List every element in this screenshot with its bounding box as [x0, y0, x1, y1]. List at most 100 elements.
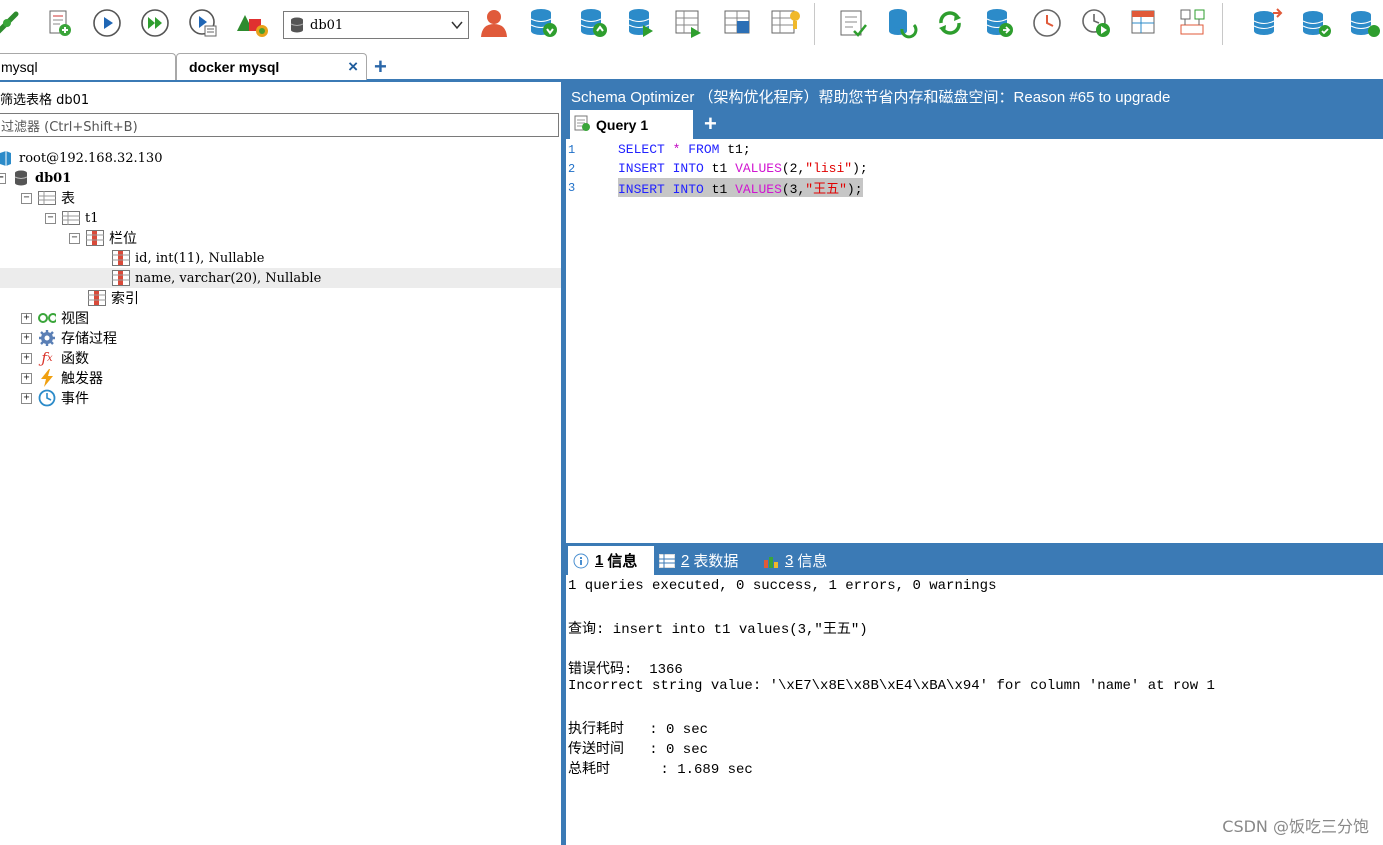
tree-table-label: t1 [85, 210, 99, 226]
table-icon [659, 553, 675, 568]
result-tab-table-data[interactable]: 2 表数据 [659, 546, 738, 575]
schema-sync-icon[interactable] [672, 6, 706, 40]
sql-text: (3, [781, 182, 806, 197]
run-job-icon[interactable] [1079, 6, 1113, 40]
expand-icon[interactable]: + [21, 352, 32, 364]
sql-text: ); [852, 161, 868, 176]
sql-string: "王五" [805, 182, 847, 197]
sql-text: (2, [781, 161, 806, 176]
data-compare-icon[interactable] [1300, 6, 1334, 40]
new-connection-tab-button[interactable]: + [374, 54, 387, 80]
backup-db-icon[interactable] [526, 6, 560, 40]
close-icon[interactable]: × [348, 57, 358, 77]
restore-db-icon[interactable] [576, 6, 610, 40]
new-query-icon[interactable] [42, 6, 76, 40]
result-tab-messages[interactable]: 1 信息 [568, 546, 654, 575]
tree-column-label: name, varchar(20), Nullable [135, 270, 322, 286]
tree-table-t1[interactable]: − t1 [45, 208, 99, 228]
result-tab-number: 2 [681, 552, 690, 569]
tree-column-label: id, int(11), Nullable [135, 250, 265, 266]
tree-triggers-label: 触发器 [61, 370, 103, 386]
rebuild-index-icon[interactable] [1176, 6, 1210, 40]
sql-string: "lisi" [805, 161, 853, 176]
tree-tables-folder[interactable]: − 表 [21, 188, 75, 208]
copy-db-icon[interactable] [1251, 6, 1285, 40]
tree-connection-label: root@192.168.32.130 [19, 150, 163, 166]
database-sync-icon[interactable] [982, 6, 1016, 40]
table-diagnostics-icon[interactable] [768, 6, 802, 40]
query-area: Schema Optimizer （架构优化程序）帮助您节省内存和磁盘空间：Re… [566, 82, 1383, 845]
code-line-selected: INSERT INTO t1 VALUES(3,"王五"); [618, 178, 863, 197]
tree-columns-folder[interactable]: − 栏位 [69, 228, 137, 248]
collapse-icon[interactable]: − [45, 212, 56, 224]
schema-designer-icon[interactable] [234, 6, 268, 40]
tree-events[interactable]: + 事件 [21, 388, 89, 408]
expand-icon[interactable]: + [21, 312, 32, 324]
expand-icon[interactable]: + [21, 392, 32, 404]
results-messages[interactable]: 1 queries executed, 0 success, 1 errors,… [566, 575, 1383, 845]
connect-icon[interactable] [0, 6, 24, 40]
tree-column-id[interactable]: id, int(11), Nullable [112, 248, 264, 268]
tree-indexes-folder[interactable]: 索引 [88, 288, 139, 308]
clock-icon [38, 389, 56, 407]
sql-function: VALUES [735, 161, 782, 176]
tree-connection[interactable]: root@192.168.32.130 [0, 148, 162, 168]
database-select-value: db01 [310, 17, 344, 33]
view-icon [38, 310, 56, 326]
query-builder-icon[interactable] [836, 6, 870, 40]
index-icon [88, 290, 106, 306]
collapse-icon[interactable]: − [0, 172, 6, 184]
line-number: 3 [568, 180, 576, 195]
scheduler-icon[interactable] [1030, 6, 1064, 40]
upgrade-banner[interactable]: Schema Optimizer （架构优化程序）帮助您节省内存和磁盘空间：Re… [566, 82, 1383, 110]
sql-keyword: INSERT [618, 182, 665, 197]
execute-all-icon[interactable] [138, 6, 172, 40]
query-icon [574, 115, 590, 134]
tree-column-name[interactable]: name, varchar(20), Nullable [0, 268, 562, 288]
tree-triggers[interactable]: + 触发器 [21, 368, 103, 388]
toolbar-separator [814, 3, 815, 45]
data-sync-icon[interactable] [721, 6, 755, 40]
tree-database[interactable]: − db01 [0, 168, 71, 188]
gear-icon [38, 330, 56, 346]
data-migrate-icon[interactable] [1348, 6, 1382, 40]
column-icon [112, 270, 130, 286]
sql-text: t1 [703, 182, 736, 197]
tree-functions-label: 函数 [61, 350, 89, 366]
user-manager-icon[interactable] [477, 6, 511, 40]
tree-functions[interactable]: + ƒx 函数 [21, 348, 89, 368]
sql-function: VALUES [735, 182, 782, 197]
filter-input[interactable]: 过滤器 (Ctrl+Shift+B) [0, 113, 559, 137]
database-select[interactable]: db01 [283, 11, 469, 39]
main-toolbar: db01 [0, 0, 1383, 50]
database-icon [290, 17, 304, 33]
result-tabs: 1 信息 2 表数据 3 信息 [566, 543, 1383, 575]
tree-procedures[interactable]: + 存储过程 [21, 328, 117, 348]
result-summary: 1 queries executed, 0 success, 1 errors,… [568, 578, 997, 594]
connection-tab-mysql[interactable]: mysql [0, 53, 176, 80]
sql-editor[interactable]: 1 SELECT * FROM t1; 2 INSERT INTO t1 VAL… [566, 139, 1383, 543]
import-db-icon[interactable] [624, 6, 658, 40]
function-icon: ƒx [41, 349, 53, 367]
sql-import-icon[interactable] [885, 6, 919, 40]
line-number: 2 [568, 161, 576, 176]
collapse-icon[interactable]: − [21, 192, 32, 204]
collapse-icon[interactable]: − [69, 232, 80, 244]
refresh-icon[interactable] [933, 6, 967, 40]
line-number: 1 [568, 142, 576, 157]
new-query-tab-button[interactable]: + [704, 111, 717, 137]
connection-tab-docker-mysql[interactable]: docker mysql × [176, 53, 367, 80]
upgrade-banner-text: Schema Optimizer （架构优化程序）帮助您节省内存和磁盘空间：Re… [571, 88, 1171, 106]
table-editor-icon[interactable] [1127, 6, 1161, 40]
execute-current-icon[interactable] [186, 6, 220, 40]
watermark: CSDN @饭吃三分饱 [1222, 817, 1369, 836]
result-tab-info[interactable]: 3 信息 [763, 546, 827, 575]
result-total-time: 总耗时 : 1.689 sec [568, 762, 753, 778]
object-browser: 筛选表格 db01 过滤器 (Ctrl+Shift+B) root@192.16… [0, 85, 562, 845]
expand-icon[interactable]: + [21, 332, 32, 344]
result-error-code: 错误代码: 1366 [568, 662, 683, 678]
tree-views[interactable]: + 视图 [21, 308, 89, 328]
query-tab-1[interactable]: Query 1 [570, 110, 693, 139]
execute-icon[interactable] [90, 6, 124, 40]
expand-icon[interactable]: + [21, 372, 32, 384]
